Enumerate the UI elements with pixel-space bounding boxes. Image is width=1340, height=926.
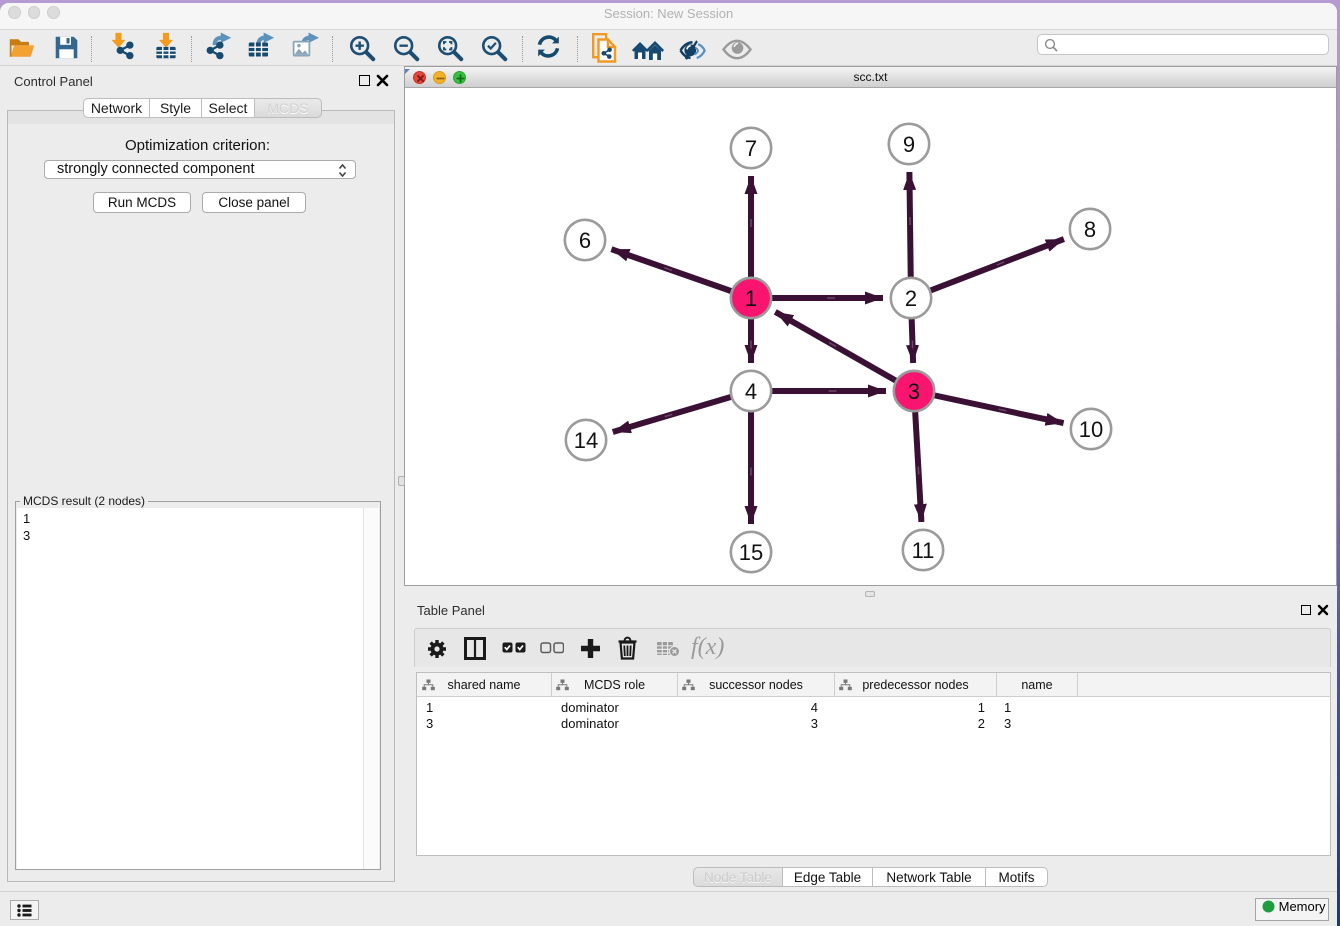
- svg-text:15: 15: [739, 540, 763, 565]
- svg-text:11: 11: [912, 538, 935, 563]
- svg-text:14: 14: [574, 428, 598, 453]
- svg-text:6: 6: [579, 228, 591, 253]
- svg-text:8: 8: [1084, 217, 1096, 242]
- svg-text:3: 3: [908, 379, 920, 404]
- svg-text:1: 1: [745, 286, 757, 311]
- svg-text:4: 4: [745, 379, 757, 404]
- svg-text:10: 10: [1079, 417, 1103, 442]
- svg-text:7: 7: [745, 136, 757, 161]
- svg-text:9: 9: [903, 132, 915, 157]
- svg-text:2: 2: [905, 286, 917, 311]
